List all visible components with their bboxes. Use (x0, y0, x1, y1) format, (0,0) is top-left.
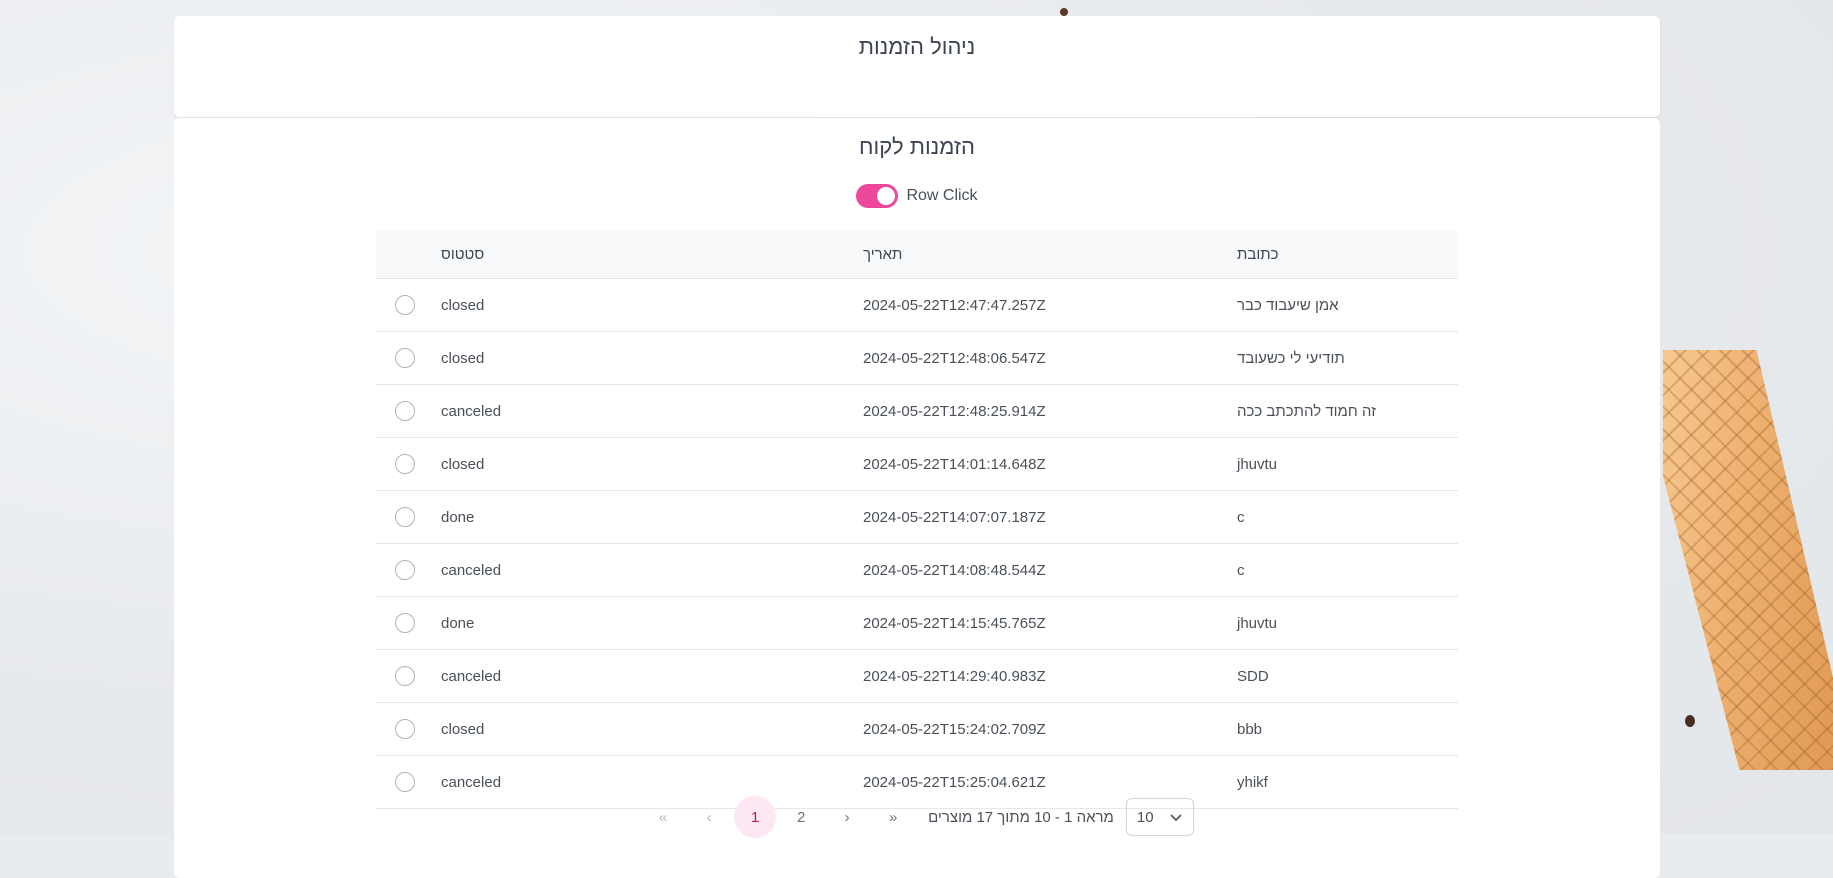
date-cell: 2024-05-22T15:24:02.709Z (862, 702, 1222, 756)
date-cell: 2024-05-22T14:07:07.187Z (862, 490, 1222, 544)
row-select-radio[interactable] (395, 613, 415, 633)
address-cell: SDD (1222, 649, 1458, 703)
row-select-cell (376, 596, 440, 650)
row-select-radio[interactable] (395, 719, 415, 739)
last-page-button[interactable]: » (872, 796, 914, 838)
address-column-header[interactable]: כתובת (1222, 231, 1458, 279)
table-row[interactable]: closed 2024-05-22T14:01:14.648Z jhuvtu (376, 437, 1458, 491)
status-cell: done (440, 490, 862, 544)
row-select-radio[interactable] (395, 295, 415, 315)
table-row[interactable]: done 2024-05-22T14:07:07.187Z c (376, 490, 1458, 544)
page-size-value: 10 (1136, 808, 1154, 826)
address-text: זה חמוד להתכתב ככה (1237, 402, 1376, 420)
toggle-knob (877, 187, 896, 205)
orders-panel: הזמנות לקוח Row Click סטטוס תאריך כתובת … (174, 118, 1660, 878)
row-select-cell (376, 543, 440, 597)
row-click-toggle-row: Row Click (174, 184, 1660, 208)
first-page-button[interactable]: « (642, 796, 684, 838)
row-select-cell (376, 384, 440, 438)
address-text: c (1237, 508, 1245, 526)
date-cell: 2024-05-22T14:01:14.648Z (862, 437, 1222, 491)
pagination: « ‹ 1 2 › » מראה 1 - 10 מתוך 17 מוצרים 1… (174, 796, 1660, 838)
table-row[interactable]: closed 2024-05-22T12:47:47.257Z אמן שיעבוד… (376, 278, 1458, 332)
row-select-cell (376, 437, 440, 491)
address-cell: jhuvtu (1222, 437, 1458, 491)
table-header-row: סטטוס תאריך כתובת (376, 231, 1458, 279)
status-cell: canceled (440, 384, 862, 438)
address-cell: תודיעי לי כשעובד (1222, 331, 1458, 385)
address-cell: c (1222, 490, 1458, 544)
chocolate-sprinkle-decoration (1685, 715, 1695, 727)
address-text: SDD (1237, 667, 1269, 685)
address-text: תודיעי לי כשעובד (1237, 349, 1345, 367)
status-cell: closed (440, 437, 862, 491)
address-text: yhikf (1237, 773, 1268, 791)
table-row[interactable]: canceled 2024-05-22T12:48:25.914Z זה חמוד … (376, 384, 1458, 438)
row-select-radio[interactable] (395, 666, 415, 686)
row-select-radio[interactable] (395, 560, 415, 580)
date-cell: 2024-05-22T14:15:45.765Z (862, 596, 1222, 650)
table-row[interactable]: closed 2024-05-22T15:24:02.709Z bbb (376, 702, 1458, 756)
address-text: אמן שיעבוד כבר (1237, 296, 1339, 314)
status-cell: closed (440, 331, 862, 385)
status-cell: closed (440, 702, 862, 756)
row-select-cell (376, 331, 440, 385)
row-select-cell (376, 702, 440, 756)
page-1-button[interactable]: 1 (734, 796, 777, 838)
page-size-select[interactable]: 10 (1125, 798, 1194, 836)
row-select-radio[interactable] (395, 507, 415, 527)
address-text: jhuvtu (1237, 614, 1278, 632)
address-cell: זה חמוד להתכתב ככה (1222, 384, 1458, 438)
table-row[interactable]: canceled 2024-05-22T14:29:40.983Z SDD (376, 649, 1458, 703)
chevron-down-icon (1170, 814, 1182, 822)
date-cell: 2024-05-22T12:48:06.547Z (862, 331, 1222, 385)
date-cell: 2024-05-22T14:08:48.544Z (862, 543, 1222, 597)
status-cell: canceled (440, 543, 862, 597)
address-cell: אמן שיעבוד כבר (1222, 278, 1458, 332)
row-select-radio[interactable] (395, 454, 415, 474)
page-title: ניהול הזמנות (858, 34, 976, 59)
address-cell: c (1222, 543, 1458, 597)
row-select-radio[interactable] (395, 772, 415, 792)
row-select-radio[interactable] (395, 348, 415, 368)
row-click-label: Row Click (906, 187, 978, 204)
row-select-cell (376, 278, 440, 332)
status-cell: done (440, 596, 862, 650)
address-cell: bbb (1222, 702, 1458, 756)
panel-title: הזמנות לקוח (859, 134, 975, 159)
address-text: c (1237, 561, 1245, 579)
date-cell: 2024-05-22T12:48:25.914Z (862, 384, 1222, 438)
table-row[interactable]: closed 2024-05-22T12:48:06.547Z תודיעי לי … (376, 331, 1458, 385)
header-card: ניהול הזמנות (174, 16, 1660, 117)
table-row[interactable]: done 2024-05-22T14:15:45.765Z jhuvtu (376, 596, 1458, 650)
status-cell: closed (440, 278, 862, 332)
address-text: jhuvtu (1237, 455, 1278, 473)
date-column-header[interactable]: תאריך (862, 231, 1222, 279)
address-cell: jhuvtu (1222, 596, 1458, 650)
orders-table: סטטוס תאריך כתובת closed 2024-05-22T12:47… (376, 231, 1458, 809)
row-click-toggle[interactable] (856, 184, 899, 208)
date-cell: 2024-05-22T12:47:47.257Z (862, 278, 1222, 332)
status-cell: canceled (440, 649, 862, 703)
prev-page-button[interactable]: ‹ (688, 796, 730, 838)
select-column-header (376, 231, 440, 279)
table-row[interactable]: canceled 2024-05-22T14:08:48.544Z c (376, 543, 1458, 597)
date-cell: 2024-05-22T14:29:40.983Z (862, 649, 1222, 703)
chocolate-sprinkle-decoration (1060, 8, 1068, 16)
status-column-header[interactable]: סטטוס (440, 231, 862, 279)
row-select-cell (376, 649, 440, 703)
page-2-button[interactable]: 2 (780, 796, 822, 838)
pagination-info: מראה 1 - 10 מתוך 17 מוצרים (928, 808, 1114, 826)
next-page-button[interactable]: › (826, 796, 868, 838)
row-select-radio[interactable] (395, 401, 415, 421)
address-text: bbb (1237, 720, 1263, 738)
row-select-cell (376, 490, 440, 544)
